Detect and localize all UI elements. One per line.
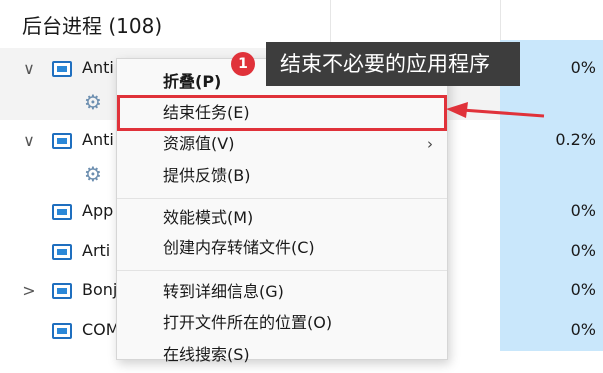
page-title: 后台进程 (108) bbox=[22, 14, 163, 38]
app-window-icon bbox=[52, 283, 72, 299]
service-gear-icon: ⚙ bbox=[84, 90, 102, 114]
app-window-icon bbox=[52, 204, 72, 220]
arrow-shaft bbox=[461, 108, 545, 118]
process-name: Anti bbox=[82, 58, 114, 77]
menu-separator bbox=[117, 198, 447, 199]
menu-item-resource-values[interactable]: 资源值(V) › bbox=[117, 126, 447, 162]
chevron-down-icon[interactable]: ∨ bbox=[22, 59, 36, 78]
process-name: Bonj bbox=[82, 280, 118, 299]
process-name: App bbox=[82, 201, 114, 220]
cpu-value: 0.2% bbox=[555, 130, 596, 149]
menu-item-search-online[interactable]: 在线搜索(S) bbox=[117, 337, 447, 373]
menu-separator bbox=[117, 270, 447, 271]
step-number-badge: 1 bbox=[231, 52, 255, 76]
process-name: Anti bbox=[82, 130, 114, 149]
menu-item-feedback[interactable]: 提供反馈(B) bbox=[117, 158, 447, 194]
cpu-value: 0% bbox=[570, 320, 596, 339]
app-window-icon bbox=[52, 133, 72, 149]
chevron-down-icon[interactable]: ∨ bbox=[22, 131, 36, 150]
chevron-right-icon[interactable]: > bbox=[22, 281, 36, 300]
menu-item-create-dump[interactable]: 创建内存转储文件(C) bbox=[117, 230, 447, 266]
app-window-icon bbox=[52, 61, 72, 77]
service-gear-icon: ⚙ bbox=[84, 162, 102, 186]
app-window-icon bbox=[52, 244, 72, 260]
process-name: Arti bbox=[82, 241, 111, 260]
annotation-callout: 结束不必要的应用程序 bbox=[266, 42, 520, 86]
app-window-icon bbox=[52, 323, 72, 339]
cpu-value: 0% bbox=[570, 201, 596, 220]
context-menu: 折叠(P) 结束任务(E) 资源值(V) › 提供反馈(B) 效能模式(M) 创建… bbox=[116, 58, 448, 364]
annotation-arrow-icon bbox=[446, 102, 545, 118]
chevron-right-icon: › bbox=[427, 135, 433, 153]
cpu-value: 0% bbox=[570, 58, 596, 77]
cpu-value: 0% bbox=[570, 241, 596, 260]
process-name: COM bbox=[82, 320, 120, 339]
arrow-head bbox=[446, 102, 468, 118]
cpu-value: 0% bbox=[570, 280, 596, 299]
menu-item-open-file-location[interactable]: 打开文件所在的位置(O) bbox=[117, 305, 447, 341]
